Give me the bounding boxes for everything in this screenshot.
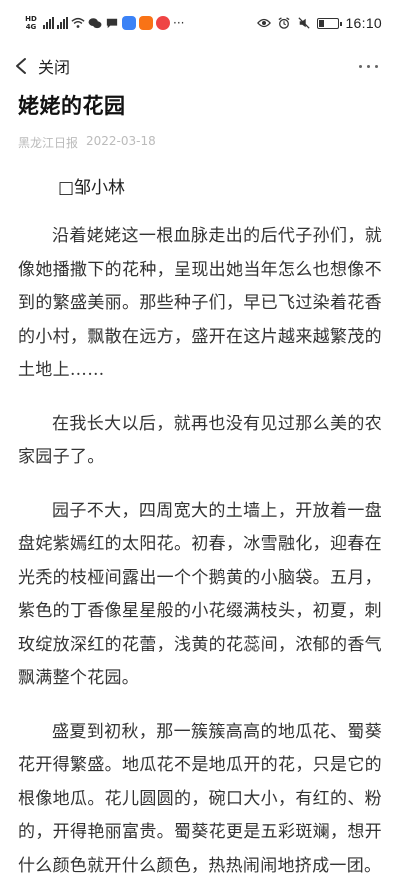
article-date: 2022-03-18 — [86, 134, 156, 148]
status-left-icons: HD 4G ··· — [22, 12, 184, 34]
more-options-button[interactable] — [359, 52, 378, 80]
chevron-left-icon — [16, 58, 26, 74]
article-source[interactable]: 黑龙江日报 — [18, 134, 78, 151]
network-badge: HD 4G — [25, 15, 37, 31]
article: 姥姥的花园 黑龙江日报 2022-03-18 □邹小林 沿着姥姥这一根血脉走出的… — [18, 88, 382, 883]
app-icon — [139, 16, 153, 30]
app-icon — [122, 16, 136, 30]
wifi-icon — [71, 17, 85, 28]
message-icon — [106, 18, 118, 29]
article-meta: 黑龙江日报 2022-03-18 — [18, 134, 382, 151]
status-bar: HD 4G ··· 16:10 — [0, 0, 400, 44]
clock: 16:10 — [345, 15, 382, 31]
navigation-bar: 关闭 — [0, 44, 400, 88]
more-dots-icon — [359, 64, 362, 68]
article-paragraph: 盛夏到初秋，那一簇簇高高的地瓜花、蜀葵花开得繁盛。地瓜花不是地瓜开的花，只是它的… — [18, 721, 382, 876]
wechat-icon — [88, 18, 102, 29]
more-icon: ··· — [173, 16, 185, 30]
eye-icon — [257, 18, 272, 28]
close-label: 关闭 — [38, 58, 71, 77]
signal-icon — [43, 17, 54, 29]
close-button[interactable]: 关闭 — [14, 52, 70, 80]
article-paragraph: 沿着姥姥这一根血脉走出的后代子孙们，就像她播撒下的花种，呈现出她当年怎么也想像不… — [18, 226, 382, 380]
battery-icon — [317, 17, 343, 29]
article-author: □邹小林 — [58, 178, 126, 198]
article-paragraph: 园子不大，四周宽大的土墙上，开放着一盘盘姹紫嫣红的太阳花。初春，冰雪融化，迎春在… — [18, 500, 382, 689]
app-icon — [156, 16, 170, 30]
mute-icon — [298, 17, 311, 29]
status-right-icons: 16:10 — [257, 12, 382, 34]
article-paragraph: 在我长大以后，就再也没有见过那么美的农家园子了。 — [18, 413, 382, 468]
signal-icon — [57, 17, 68, 29]
article-title: 姥姥的花园 — [18, 94, 126, 118]
alarm-icon — [278, 17, 290, 29]
